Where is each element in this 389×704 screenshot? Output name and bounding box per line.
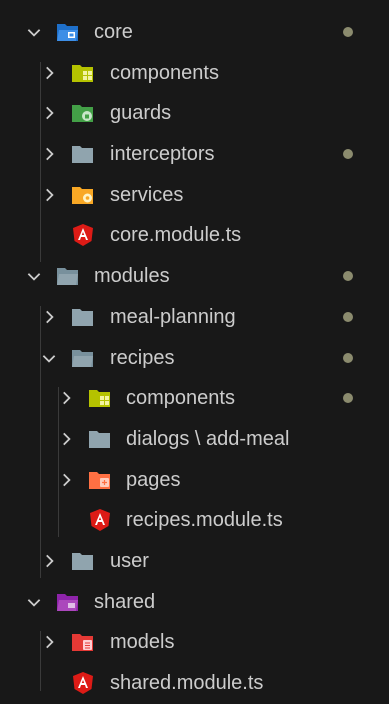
tree-item-shared[interactable]: shared — [0, 582, 389, 623]
tree-item-label: user — [110, 549, 149, 572]
guards-folder-icon — [71, 102, 95, 124]
folder-icon — [71, 306, 95, 328]
chevron-right-icon[interactable] — [40, 633, 58, 651]
angular-icon — [71, 672, 95, 694]
models-folder-icon — [71, 631, 95, 653]
services-folder-icon — [71, 184, 95, 206]
tree-item-modules[interactable]: modules — [0, 256, 389, 297]
tree-item-label: interceptors — [110, 143, 215, 166]
tree-item-label: services — [110, 183, 184, 206]
tree-item-user[interactable]: user — [0, 541, 389, 582]
folder-open-icon — [56, 265, 80, 287]
tree-item-recipes-module-ts[interactable]: recipes.module.ts — [0, 500, 389, 541]
tree-item-label: components — [126, 387, 235, 410]
modified-indicator — [343, 393, 353, 404]
angular-icon — [71, 224, 95, 247]
tree-item-label: modules — [94, 265, 170, 288]
tree-item-label: guards — [110, 102, 172, 125]
tree-item-models[interactable]: models — [0, 622, 389, 663]
components-folder-icon — [71, 62, 95, 84]
chevron-down-icon[interactable] — [25, 593, 43, 611]
core-folder-open-icon — [56, 21, 80, 43]
chevron-right-icon[interactable] — [40, 64, 58, 82]
tree-item-interceptors[interactable]: interceptors — [0, 134, 389, 175]
tree-item-core[interactable]: core — [0, 12, 389, 53]
file-explorer-tree: core components guards interceptors serv… — [0, 0, 389, 704]
chevron-right-icon[interactable] — [40, 104, 58, 122]
tree-item-label: recipes.module.ts — [126, 509, 283, 532]
chevron-right-icon[interactable] — [40, 186, 58, 204]
chevron-right-icon[interactable] — [57, 389, 75, 407]
tree-item-label: shared.module.ts — [110, 672, 264, 694]
tree-item-label: models — [110, 631, 175, 654]
tree-item-label: meal-planning — [110, 305, 236, 328]
chevron-right-icon[interactable] — [57, 430, 75, 448]
tree-item-pages[interactable]: pages — [0, 460, 389, 501]
tree-item-meal-planning[interactable]: meal-planning — [0, 297, 389, 338]
tree-item-label: pages — [126, 468, 181, 491]
folder-icon — [88, 428, 112, 450]
components-folder-icon — [88, 387, 112, 409]
chevron-right-icon[interactable] — [40, 145, 58, 163]
chevron-down-icon[interactable] — [40, 349, 58, 367]
tree-item-label: dialogs \ add-meal — [126, 427, 290, 450]
chevron-down-icon[interactable] — [25, 267, 43, 285]
tree-item-label: components — [110, 61, 219, 84]
modified-indicator — [343, 352, 353, 363]
shared-folder-open-icon — [56, 591, 80, 613]
modified-indicator — [343, 27, 353, 37]
tree-item-label: core — [94, 21, 133, 43]
tree-item-label: shared — [94, 590, 156, 613]
tree-item-dialogs-add-meal[interactable]: dialogs \ add-meal — [0, 419, 389, 460]
modified-indicator — [343, 271, 353, 282]
tree-item-label: recipes — [110, 346, 175, 369]
tree-item-services[interactable]: services — [0, 175, 389, 216]
chevron-right-icon[interactable] — [40, 308, 58, 326]
pages-folder-icon — [88, 469, 112, 491]
tree-item-recipes[interactable]: recipes — [0, 338, 389, 379]
chevron-down-icon[interactable] — [25, 23, 43, 41]
folder-icon — [71, 143, 95, 165]
tree-item-core-components[interactable]: components — [0, 53, 389, 94]
chevron-right-icon[interactable] — [57, 471, 75, 489]
tree-item-guards[interactable]: guards — [0, 93, 389, 134]
modified-indicator — [343, 149, 353, 160]
tree-item-shared-module-ts[interactable]: shared.module.ts — [0, 663, 389, 704]
folder-open-icon — [71, 347, 95, 369]
chevron-right-icon[interactable] — [40, 552, 58, 570]
folder-icon — [71, 550, 95, 572]
angular-icon — [88, 509, 112, 532]
modified-indicator — [343, 311, 353, 322]
tree-item-label: core.module.ts — [110, 224, 242, 247]
tree-item-recipes-components[interactable]: components — [0, 378, 389, 419]
tree-item-core-module-ts[interactable]: core.module.ts — [0, 215, 389, 256]
